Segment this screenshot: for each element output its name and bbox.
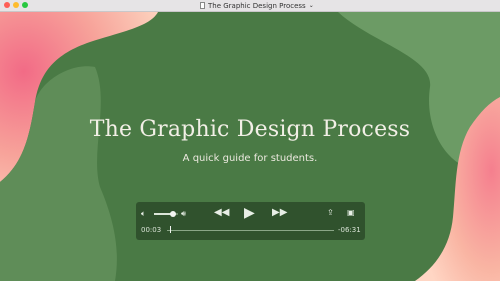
- volume-slider[interactable]: [154, 211, 178, 217]
- playback-scrubber[interactable]: [170, 226, 172, 233]
- slide-canvas: [0, 12, 500, 281]
- chevron-down-icon[interactable]: ⌄: [309, 2, 314, 9]
- slide-background: [0, 12, 500, 281]
- window-titlebar: The Graphic Design Process ⌄: [0, 0, 500, 12]
- picture-in-picture-icon[interactable]: ▣: [347, 209, 355, 217]
- share-icon[interactable]: ⇪: [327, 209, 334, 217]
- play-button[interactable]: ▶: [244, 206, 255, 220]
- minimize-window-button[interactable]: [13, 2, 19, 8]
- window-controls: [4, 2, 28, 8]
- window-title-text: The Graphic Design Process: [208, 1, 306, 10]
- window-title[interactable]: The Graphic Design Process ⌄: [200, 0, 314, 11]
- fast-forward-button[interactable]: ▶▶: [272, 208, 287, 218]
- volume-high-icon[interactable]: 🔊︎: [181, 210, 186, 218]
- slide-subtitle: A quick guide for students.: [182, 153, 318, 164]
- close-window-button[interactable]: [4, 2, 10, 8]
- playback-progress-bar[interactable]: [167, 230, 334, 231]
- document-icon: [200, 2, 205, 9]
- slide-title: The Graphic Design Process: [89, 117, 411, 142]
- rewind-button[interactable]: ◀◀: [214, 208, 229, 218]
- zoom-window-button[interactable]: [22, 2, 28, 8]
- volume-low-icon[interactable]: 🔈︎: [141, 210, 146, 218]
- remaining-time: -06:31: [338, 226, 361, 234]
- elapsed-time: 00:03: [141, 226, 162, 234]
